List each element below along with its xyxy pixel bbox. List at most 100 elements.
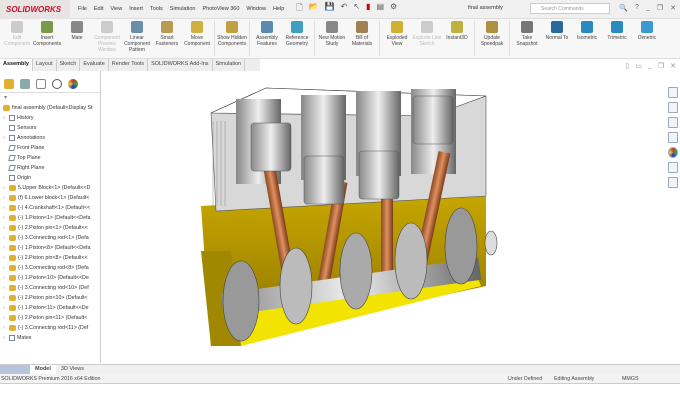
tree-item[interactable]: Top Plane (0, 153, 100, 163)
tree-item[interactable]: Sensors (0, 123, 100, 133)
display-manager-icon[interactable] (68, 79, 78, 89)
tab-render-tools[interactable]: Render Tools (109, 59, 149, 71)
close-icon[interactable]: ✕ (670, 4, 676, 12)
view-palette-icon[interactable] (667, 132, 678, 143)
tab-simulation[interactable]: Simulation (213, 59, 246, 71)
ribbon-mate-button[interactable]: Mate (62, 19, 92, 58)
menu-edit[interactable]: Edit (94, 6, 103, 12)
custom-properties-icon[interactable] (667, 162, 678, 173)
tree-item[interactable]: Front Plane (0, 143, 100, 153)
tab-evaluate[interactable]: Evaluate (80, 59, 109, 71)
graphics-area[interactable] (101, 71, 665, 363)
tab-3d-views[interactable]: 3D Views (56, 365, 89, 374)
ribbon-show-hidden-components-button[interactable]: Show Hidden Components (217, 19, 247, 58)
design-library-icon[interactable] (667, 102, 678, 113)
feature-manager-icon[interactable] (4, 79, 14, 89)
tree-item[interactable]: › History (0, 113, 100, 123)
options-gear-icon[interactable]: ⚙ (390, 2, 397, 16)
menu-help[interactable]: Help (273, 6, 284, 12)
tree-root[interactable]: final assembly (Default<Display St (0, 103, 100, 113)
undo-icon[interactable]: ↶ (341, 2, 348, 16)
select-icon[interactable]: ↖ (353, 2, 360, 16)
tab-model[interactable]: Model (30, 365, 56, 374)
ribbon-take-snapshot-button[interactable]: Take Snapshot (512, 19, 542, 58)
dimxpert-icon[interactable] (52, 79, 62, 89)
part-icon (9, 235, 16, 241)
help-icon[interactable]: ? (635, 4, 639, 12)
restore-icon[interactable]: ❐ (657, 4, 663, 12)
file-explorer-icon[interactable] (667, 117, 678, 128)
ribbon-bill-of-materials-button[interactable]: Bill of Materials (347, 19, 377, 58)
ribbon-move-component-button[interactable]: Move Component (182, 19, 212, 58)
tab-solidworks-add-ins[interactable]: SOLIDWORKS Add-Ins (148, 59, 213, 71)
tree-item[interactable]: › (-) 2.Piston pin<8> (Default<< (0, 253, 100, 263)
ribbon-edit-component-button[interactable]: Edit Component (2, 19, 32, 58)
tree-item[interactable]: › (-) 3.Connecting rod<1> (Defa (0, 233, 100, 243)
menu-file[interactable]: File (78, 6, 87, 12)
ribbon-isometric-button[interactable]: Isometric (572, 19, 602, 58)
tree-item[interactable]: › Annotations (0, 133, 100, 143)
ribbon-component-preview-window-button[interactable]: Component Preview Window (92, 19, 122, 58)
ribbon-normal-to-button[interactable]: Normal To (542, 19, 572, 58)
home-icon[interactable] (667, 87, 678, 98)
ribbon-new-motion-study-button[interactable]: New Motion Study (317, 19, 347, 58)
viewport-minimize-icon[interactable]: _ (648, 62, 652, 70)
units-selector[interactable]: MMGS (622, 374, 638, 384)
menu-insert[interactable]: Insert (129, 6, 143, 12)
minimize-icon[interactable]: _ (646, 4, 650, 12)
ribbon-explode-line-sketch-button[interactable]: Explode Line Sketch (412, 19, 442, 58)
menu-window[interactable]: Window (246, 6, 266, 12)
filter-icon[interactable]: ▼ (0, 93, 100, 103)
viewport-restore-icon[interactable]: ❐ (658, 62, 664, 70)
ribbon-update-speedpak-button[interactable]: Update Speedpak (477, 19, 507, 58)
split-view-icon[interactable]: ▯ (625, 62, 629, 70)
tab-assembly[interactable]: Assembly (0, 59, 33, 71)
tree-item[interactable]: › (-) 3.Connecting rod<11> (Def (0, 323, 100, 333)
ribbon-instant3d-button[interactable]: Instant3D (442, 19, 472, 58)
open-icon[interactable]: 📂 (309, 2, 319, 16)
menu-photoview-360[interactable]: PhotoView 360 (202, 6, 239, 12)
tree-item[interactable]: › (-) 1.Piston<11> (Default<<De (0, 303, 100, 313)
tree-item[interactable]: › (-) 3.Connecting rod<8> (Defa (0, 263, 100, 273)
ribbon-reference-geometry-button[interactable]: Reference Geometry (282, 19, 312, 58)
viewport-close-icon[interactable]: ✕ (670, 62, 676, 70)
appearances-icon[interactable] (667, 147, 678, 158)
tree-item[interactable]: › (-) 4.Crankshaft<1> (Default<< (0, 203, 100, 213)
file-properties-icon[interactable]: ▤ (376, 2, 384, 16)
tree-item[interactable]: Origin (0, 173, 100, 183)
ribbon-smart-fasteners-button[interactable]: Smart Fasteners (152, 19, 182, 58)
tab-layout[interactable]: Layout (33, 59, 57, 71)
tile-view-icon[interactable]: ▭ (635, 62, 642, 70)
configuration-manager-icon[interactable] (36, 79, 46, 89)
tree-item[interactable]: › (f) 6.Lower block<1> (Default< (0, 193, 100, 203)
tab-sketch[interactable]: Sketch (57, 59, 81, 71)
tree-item[interactable]: › (-) 3.Connecting rod<10> (Def (0, 283, 100, 293)
ribbon-dimetric-button[interactable]: Dimetric (632, 19, 662, 58)
tree-item[interactable]: › (-) 2.Piston pin<10> (Default< (0, 293, 100, 303)
menu-simulation[interactable]: Simulation (170, 6, 196, 12)
save-icon[interactable]: 💾 (325, 2, 335, 16)
ribbon-trimetric-button[interactable]: Trimetric (602, 19, 632, 58)
tree-item[interactable]: › Mates (0, 333, 100, 343)
tree-item[interactable]: Right Plane (0, 163, 100, 173)
tree-item[interactable]: › (-) 2.Piston pin<11> (Default< (0, 313, 100, 323)
menu-view[interactable]: View (110, 6, 122, 12)
ribbon-exploded-view-button[interactable]: Exploded View (382, 19, 412, 58)
tree-item[interactable]: › 5.Upper Block<1> (Default<<D (0, 183, 100, 193)
search-icon[interactable]: 🔍 (619, 4, 628, 12)
new-document-icon[interactable]: 🗋 (296, 2, 302, 16)
ribbon-assembly-features-button[interactable]: Assembly Features (252, 19, 282, 58)
tree-item[interactable]: › (-) 1.Piston<1> (Default<<Defa (0, 213, 100, 223)
tree-scrollbar[interactable] (0, 365, 30, 374)
ribbon-linear-component-pattern-button[interactable]: Linear Component Pattern (122, 19, 152, 58)
tree-item-label: (-) 3.Connecting rod<11> (Def (18, 325, 89, 331)
tree-item[interactable]: › (-) 2.Piston pin<1> (Default<< (0, 223, 100, 233)
forum-icon[interactable] (667, 177, 678, 188)
ribbon-insert-components-button[interactable]: Insert Components (32, 19, 62, 58)
property-manager-icon[interactable] (20, 79, 30, 89)
menu-tools[interactable]: Tools (150, 6, 163, 12)
rebuild-icon[interactable]: ▮ (366, 2, 370, 16)
search-commands-input[interactable]: Search Commands (530, 3, 610, 14)
tree-item[interactable]: › (-) 1.Piston<10> (Default<<De (0, 273, 100, 283)
tree-item[interactable]: › (-) 1.Piston<8> (Default<<Defa (0, 243, 100, 253)
